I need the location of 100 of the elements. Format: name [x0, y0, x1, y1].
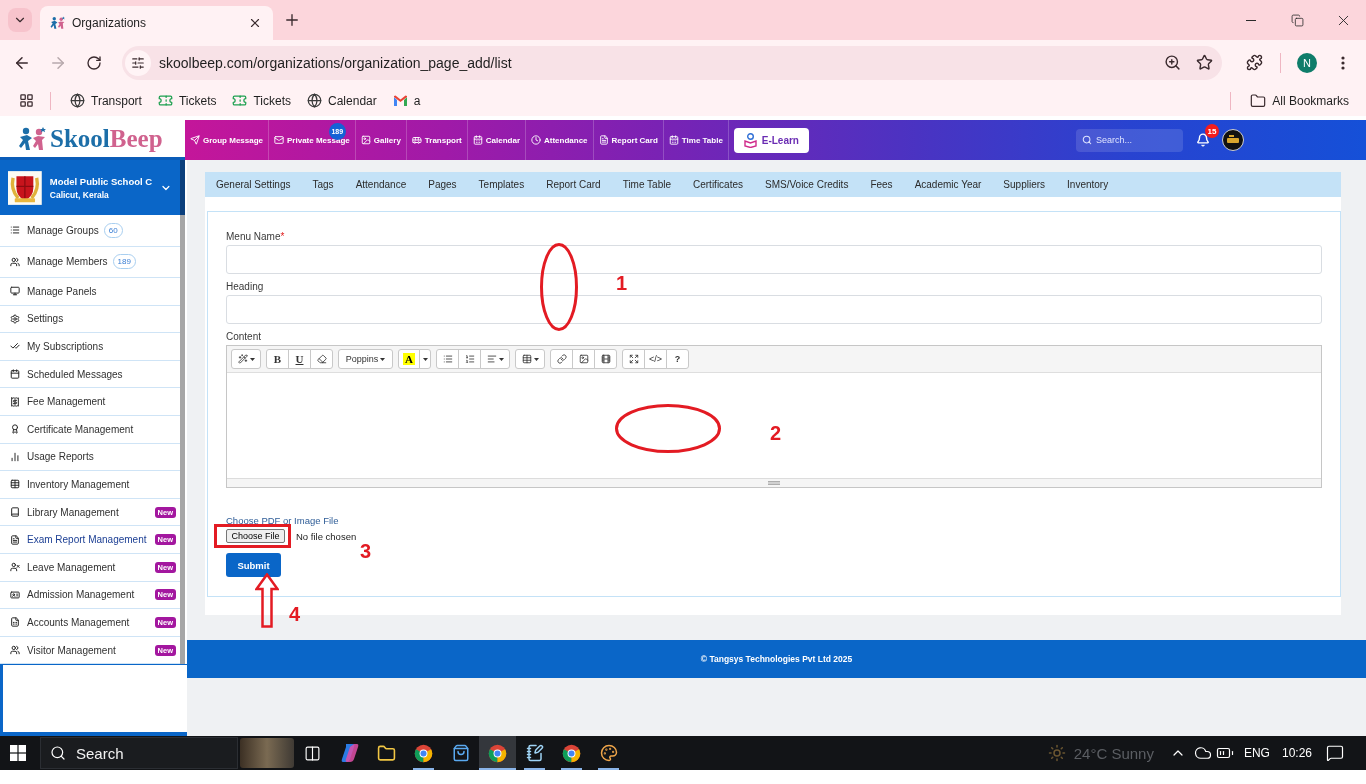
all-bookmarks-button[interactable]: All Bookmarks [1243, 88, 1356, 113]
calendar-icon [668, 135, 679, 145]
elearn-button[interactable]: E-Learn [733, 127, 809, 153]
settings-icon [10, 313, 20, 324]
puzzle-icon [1245, 54, 1263, 71]
settings-tab[interactable]: Fees [859, 172, 904, 197]
bookmark-link[interactable]: a [385, 88, 428, 113]
school-header[interactable]: Model Public School C Calicut, Kerala [0, 160, 185, 215]
text-input[interactable] [226, 295, 1322, 324]
toolbar-button[interactable] [550, 349, 573, 369]
start-icon [10, 745, 26, 761]
spreadsheet-icon [10, 617, 20, 628]
bold-button[interactable]: B [266, 349, 289, 369]
file-status: No file chosen [296, 530, 357, 542]
resize-handle[interactable] [227, 478, 1321, 487]
address-bar[interactable]: skoolbeep.com/organizations/organization_page_add/list [122, 45, 1222, 80]
book-icon [10, 507, 20, 518]
people-logo-icon [50, 16, 66, 30]
toolbar-button[interactable]: ? [666, 349, 689, 369]
settings-tab[interactable]: General Settings [205, 172, 302, 197]
globe-icon [307, 93, 323, 108]
submit-button[interactable]: Submit [226, 553, 281, 577]
settings-tab[interactable]: Academic Year [903, 172, 993, 197]
image-icon [360, 135, 371, 145]
settings-tab[interactable]: Suppliers [992, 172, 1057, 197]
dropdown-toggle[interactable] [419, 349, 431, 369]
settings-tab[interactable]: Attendance [344, 172, 418, 197]
bookmark-link[interactable]: Transport [63, 88, 149, 113]
close-icon [248, 16, 262, 30]
browser-tab[interactable]: Organizations [40, 6, 273, 40]
toolbar-button[interactable]: </> [644, 349, 667, 369]
task-view-icon [304, 744, 321, 762]
field-label: Content [226, 331, 262, 343]
settings-tab[interactable]: Report Card [535, 172, 612, 197]
taskbar-search-field[interactable]: Search [40, 737, 238, 769]
choose-file-button[interactable]: Choose File [226, 529, 285, 543]
align-left-icon [486, 354, 497, 364]
folder-icon [377, 743, 396, 763]
site-settings-button[interactable] [125, 49, 151, 76]
copyright-text: © Tangsys Technologies Pvt Ltd 2025 [700, 654, 853, 664]
users-icon [10, 645, 20, 655]
grip-icon [768, 481, 780, 485]
field-label: Menu Name* [226, 231, 285, 243]
toolbar-button[interactable] [515, 349, 545, 369]
users-icon [10, 256, 20, 267]
caret-icon [380, 357, 386, 361]
underline-button[interactable]: U [288, 349, 311, 369]
notification-icon [1326, 744, 1344, 762]
profile-avatar[interactable]: N [1297, 52, 1317, 73]
user-x-icon [10, 562, 20, 573]
monitor-icon [10, 286, 20, 297]
list-icon [10, 225, 20, 236]
more-vertical-icon [1341, 55, 1345, 70]
notepad-icon [525, 744, 544, 762]
clock-icon [531, 135, 541, 145]
file-label: Choose PDF or Image File [226, 515, 339, 527]
bookmark-link[interactable]: Calendar [300, 88, 384, 113]
toolbar-button[interactable] [231, 349, 261, 369]
caret-icon [422, 357, 428, 361]
minimize-icon [1246, 19, 1256, 21]
toolbar-button[interactable] [310, 349, 333, 369]
reload-icon [86, 54, 102, 71]
annotation-number: 4 [289, 603, 301, 625]
network-button[interactable] [1193, 744, 1212, 762]
double-check-icon [10, 341, 20, 352]
browser-icon [414, 743, 433, 763]
table-icon [10, 479, 20, 490]
bookmark-link[interactable]: Tickets [225, 88, 299, 113]
video-icon [600, 354, 611, 364]
taskbar-app[interactable] [479, 736, 516, 770]
toolbar-button[interactable] [622, 349, 645, 369]
search-icon [50, 745, 66, 761]
bar-chart-icon [10, 451, 20, 462]
clock-time[interactable]: 10:26 [1281, 746, 1312, 760]
annotation-number: 3 [360, 540, 372, 562]
settings-tab[interactable]: Pages [417, 172, 468, 197]
language-indicator[interactable]: ENG [1243, 746, 1270, 760]
shopping-bag-icon [451, 744, 470, 762]
settings-tab[interactable]: Inventory [1056, 172, 1120, 197]
notifications-button[interactable] [1196, 133, 1210, 147]
toolbar-button[interactable] [594, 349, 617, 369]
settings-tab[interactable]: Certificates [682, 172, 754, 197]
browser-icon [562, 743, 581, 763]
toolbar-button[interactable] [572, 349, 595, 369]
text-color-button[interactable]: A [398, 349, 420, 369]
text-input[interactable] [226, 245, 1322, 274]
bookmark-link[interactable]: Tickets [150, 88, 224, 113]
send-icon [190, 135, 200, 145]
notification-center-button[interactable] [1326, 744, 1344, 762]
font-dropdown[interactable]: Poppins [338, 349, 393, 369]
settings-tab[interactable]: SMS/Voice Credits [754, 172, 860, 197]
folder-icon [1250, 92, 1267, 109]
settings-tab[interactable]: Templates [467, 172, 536, 197]
settings-tab[interactable]: Tags [301, 172, 345, 197]
cloud-icon [1193, 744, 1212, 762]
document-icon [10, 534, 20, 545]
tab-list-button[interactable] [8, 8, 32, 32]
scrollbar[interactable] [180, 215, 185, 665]
browser-icon [488, 743, 507, 763]
settings-tab[interactable]: Time Table [611, 172, 682, 197]
